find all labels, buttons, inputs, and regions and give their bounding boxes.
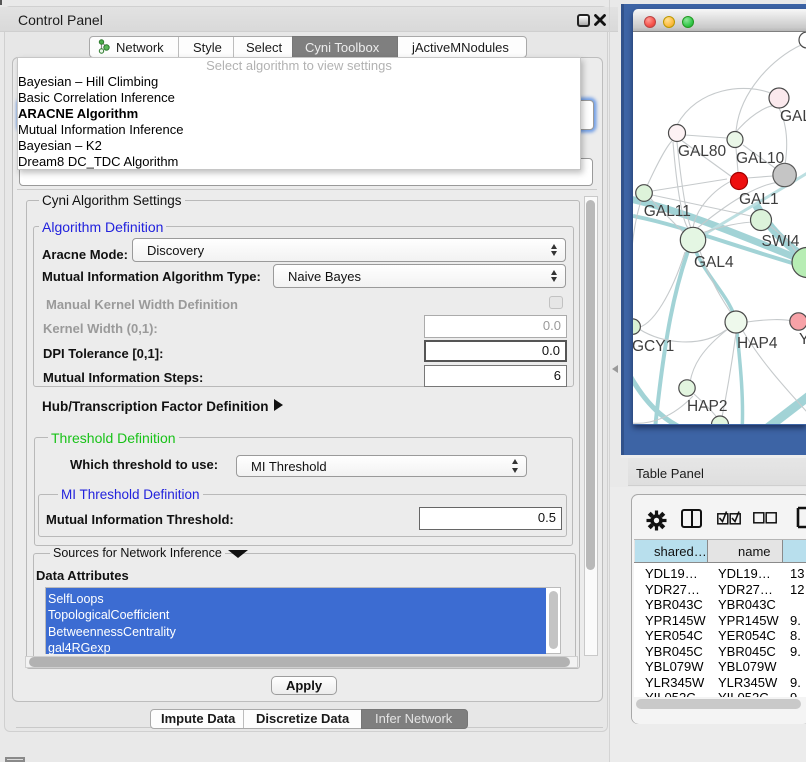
svg-text:GAL80: GAL80 (678, 143, 727, 160)
svg-text:SWI4: SWI4 (762, 233, 800, 250)
svg-text:GAL4: GAL4 (694, 254, 734, 271)
svg-text:GAL10: GAL10 (736, 150, 785, 167)
svg-text:GAL1: GAL1 (739, 191, 779, 208)
svg-text:GAL11: GAL11 (644, 203, 691, 220)
svg-text:HAP2: HAP2 (687, 398, 728, 415)
svg-text:GCY1: GCY1 (633, 338, 674, 355)
svg-text:HAP4: HAP4 (737, 335, 778, 352)
svg-text:Y: Y (799, 331, 806, 348)
svg-text:GAL7: GAL7 (780, 108, 806, 125)
